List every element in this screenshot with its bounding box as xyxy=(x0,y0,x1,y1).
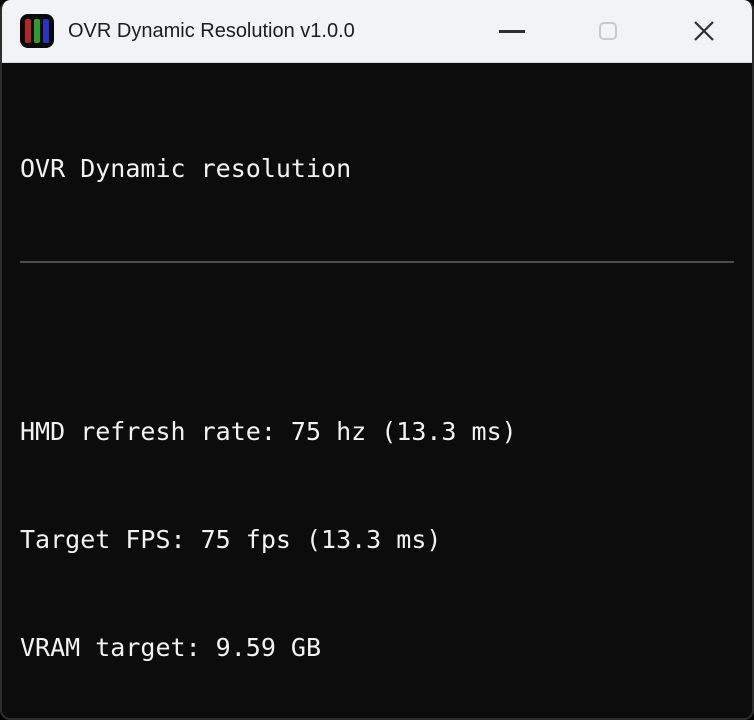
window-title: OVR Dynamic Resolution v1.0.0 xyxy=(68,19,355,42)
stat-target-fps: Target FPS: 75 fps (13.3 ms) xyxy=(20,525,442,554)
maximize-icon xyxy=(599,22,617,40)
heading-separator xyxy=(20,261,734,263)
icon-red-bar xyxy=(25,19,31,43)
maximize-button xyxy=(560,0,656,62)
stat-vram-target: VRAM target: 9.59 GB xyxy=(20,633,322,662)
close-button[interactable] xyxy=(656,0,752,62)
app-icon xyxy=(20,14,54,48)
caption-buttons xyxy=(464,0,752,62)
close-icon xyxy=(694,21,714,41)
main-content: OVR Dynamic resolution HMD refresh rate:… xyxy=(2,63,752,718)
app-window: OVR Dynamic Resolution v1.0.0 OVR Dynami… xyxy=(0,0,754,720)
icon-green-bar xyxy=(34,19,40,43)
stat-hmd-refresh-rate: HMD refresh rate: 75 hz (13.3 ms) xyxy=(20,417,517,446)
minimize-icon xyxy=(499,29,525,33)
minimize-button[interactable] xyxy=(464,0,560,62)
icon-blue-bar xyxy=(43,19,49,43)
titlebar[interactable]: OVR Dynamic Resolution v1.0.0 xyxy=(2,0,752,63)
page-title: OVR Dynamic resolution xyxy=(20,154,352,183)
